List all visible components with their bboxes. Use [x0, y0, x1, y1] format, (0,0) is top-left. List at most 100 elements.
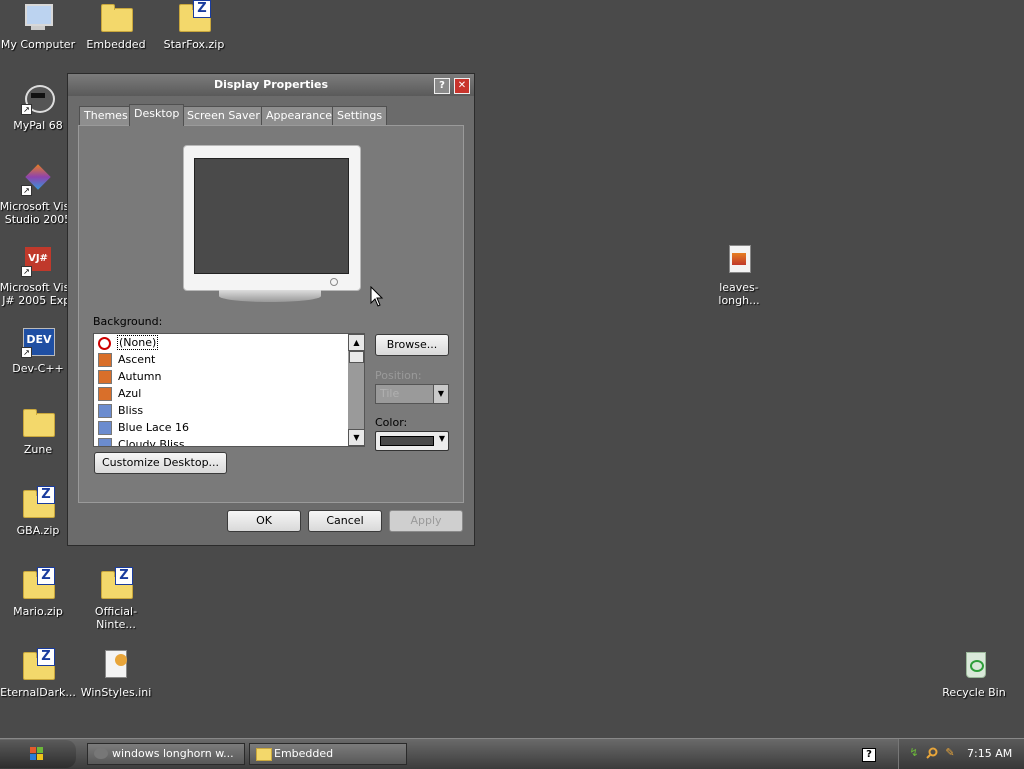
start-button[interactable] — [0, 740, 76, 768]
bitmap-file-icon — [98, 438, 112, 446]
position-label: Position: — [375, 369, 422, 382]
shortcut-arrow-icon: ↗ — [21, 266, 32, 277]
taskbar: windows longhorn w... Embedded ? ↯ ✎ 7:1… — [0, 738, 1024, 769]
list-item[interactable]: Cloudy Bliss — [94, 436, 364, 446]
folder-icon — [21, 407, 55, 439]
visual-studio-icon: ↗ — [21, 164, 55, 196]
list-item[interactable]: Azul — [94, 385, 364, 402]
desktop-icon-label: My Computer — [0, 38, 76, 51]
cancel-button[interactable]: Cancel — [308, 510, 382, 532]
desktop-icon-label: StarFox.zip — [163, 38, 225, 51]
desktop-icon-label: Official-Ninte... — [94, 605, 138, 631]
folder-icon — [99, 2, 133, 34]
desktop-icon-label: Embedded — [86, 38, 146, 51]
desktop-icon-recycle-bin[interactable]: Recycle Bin — [934, 650, 1014, 699]
monitor-screen-preview — [194, 158, 349, 274]
chevron-down-icon: ▼ — [438, 434, 445, 443]
browser-icon — [94, 748, 108, 759]
desktop-icon-label: Recycle Bin — [942, 686, 1006, 699]
apply-button[interactable]: Apply — [389, 510, 463, 532]
taskbar-item-longhorn[interactable]: windows longhorn w... — [87, 743, 245, 765]
desktop-icon-leaves-longhorn[interactable]: leaves-longh... — [699, 245, 779, 307]
scroll-thumb[interactable] — [349, 351, 364, 363]
bitmap-file-icon — [98, 421, 112, 435]
image-file-icon — [98, 387, 112, 401]
taskbar-item-label: windows longhorn w... — [112, 747, 234, 760]
taskbar-item-label: Embedded — [274, 747, 334, 760]
scroll-down-button[interactable]: ▼ — [348, 429, 364, 446]
search-icon[interactable] — [926, 747, 938, 759]
tab-desktop[interactable]: Desktop — [129, 104, 185, 126]
browse-button[interactable]: Browse... — [375, 334, 449, 356]
desktop-icon-label: leaves-longh... — [718, 281, 760, 307]
tab-screen-saver[interactable]: Screen Saver — [182, 106, 265, 125]
zip-folder-icon: Z — [99, 567, 133, 601]
tab-settings[interactable]: Settings — [332, 106, 388, 125]
desktop-icon-label: Mario.zip — [13, 605, 63, 618]
scroll-up-button[interactable]: ▲ — [348, 334, 364, 351]
zip-folder-icon: Z — [21, 567, 55, 601]
zip-folder-icon: Z — [21, 648, 55, 682]
settings-tray-icon[interactable]: ✎ — [944, 747, 956, 759]
title-bar[interactable]: Display Properties ? ✕ — [68, 74, 474, 96]
zip-folder-icon: Z — [177, 0, 211, 34]
listbox-scrollbar[interactable]: ▲ ▼ — [348, 334, 364, 446]
recycle-bin-icon — [957, 650, 991, 682]
position-dropdown[interactable]: Tile ▼ — [375, 384, 449, 404]
list-item[interactable]: Bliss — [94, 402, 364, 419]
desktop-icon-my-computer[interactable]: My Computer — [0, 2, 78, 51]
image-file-icon — [722, 245, 756, 277]
mouse-cursor-icon — [370, 286, 384, 307]
help-icon[interactable]: ? — [862, 748, 876, 762]
taskbar-item-embedded[interactable]: Embedded — [249, 743, 407, 765]
computer-icon — [21, 2, 55, 34]
color-swatch — [380, 436, 434, 446]
color-label: Color: — [375, 416, 408, 429]
ini-file-icon — [99, 650, 133, 682]
system-tray: ↯ ✎ 7:15 AM — [898, 739, 1024, 769]
position-value: Tile — [380, 387, 400, 400]
dev-cpp-icon: DEV ↗ — [21, 326, 55, 358]
folder-icon — [256, 748, 272, 761]
chevron-down-icon: ▼ — [433, 385, 448, 403]
desktop-icon-winstyles-ini[interactable]: WinStyles.ini — [76, 650, 156, 699]
monitor-stand — [219, 290, 321, 302]
desktop-icon-embedded[interactable]: Embedded — [76, 2, 156, 51]
monitor-power-led — [330, 278, 338, 286]
close-button[interactable]: ✕ — [454, 78, 470, 94]
desktop-icon-mario-zip[interactable]: Z Mario.zip — [0, 567, 78, 618]
vjsharp-icon: VJ# ↗ — [21, 245, 55, 277]
desktop-icon-label: WinStyles.ini — [80, 686, 152, 699]
list-item[interactable]: Blue Lace 16 — [94, 419, 364, 436]
desktop-icon-eternal-dark[interactable]: Z EternalDark... — [0, 648, 78, 699]
tab-themes[interactable]: Themes — [79, 106, 133, 125]
shortcut-arrow-icon: ↗ — [21, 347, 32, 358]
customize-desktop-button[interactable]: Customize Desktop... — [94, 452, 227, 474]
list-item[interactable]: Autumn — [94, 368, 364, 385]
image-file-icon — [98, 353, 112, 367]
desktop-icon-official-nintendo[interactable]: Z Official-Ninte... — [76, 567, 156, 631]
ok-button[interactable]: OK — [227, 510, 301, 532]
clock[interactable]: 7:15 AM — [967, 747, 1012, 760]
background-listbox[interactable]: (None) Ascent Autumn Azul Bliss Blue Lac… — [93, 333, 365, 447]
list-item[interactable]: (None) — [94, 334, 364, 351]
monitor-preview — [183, 145, 361, 291]
network-icon[interactable]: ↯ — [908, 747, 920, 759]
desktop-tab-panel: Background: (None) Ascent Autumn Azul Bl… — [78, 125, 464, 503]
list-item[interactable]: Ascent — [94, 351, 364, 368]
raccoon-icon: ↗ — [21, 83, 55, 115]
help-button[interactable]: ? — [434, 78, 450, 94]
tab-appearance[interactable]: Appearance — [261, 106, 338, 125]
window-title: Display Properties — [213, 78, 329, 91]
windows-logo-icon — [30, 747, 44, 761]
image-file-icon — [98, 370, 112, 384]
color-picker-button[interactable]: ▼ — [375, 431, 449, 451]
desktop-icon-starfox-zip[interactable]: Z StarFox.zip — [154, 0, 234, 51]
shortcut-arrow-icon: ↗ — [21, 104, 32, 115]
none-icon — [98, 336, 111, 350]
zip-folder-icon: Z — [21, 486, 55, 520]
desktop-icon-label: EternalDark... — [0, 686, 76, 699]
background-label: Background: — [93, 315, 163, 328]
shortcut-arrow-icon: ↗ — [21, 185, 32, 196]
bitmap-file-icon — [98, 404, 112, 418]
